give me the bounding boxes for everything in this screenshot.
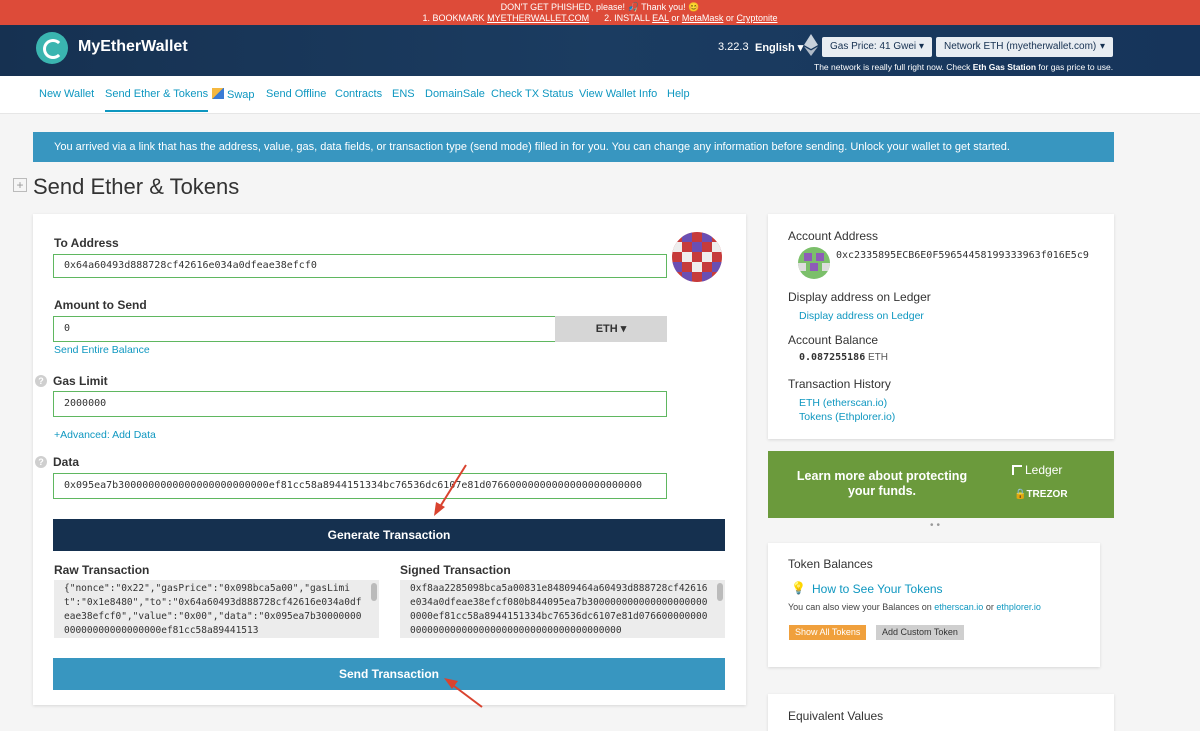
nav-ens[interactable]: ENS bbox=[392, 88, 415, 100]
raw-transaction-label: Raw Transaction bbox=[54, 563, 150, 577]
expand-icon[interactable]: + bbox=[13, 178, 27, 192]
lightbulb-icon: 💡 bbox=[791, 581, 806, 595]
eal-link[interactable]: EAL bbox=[652, 13, 669, 23]
gas-limit-label: Gas Limit bbox=[53, 374, 108, 388]
gas-limit-input[interactable]: 2000000 bbox=[53, 391, 667, 417]
bookmark-link[interactable]: MYETHERWALLET.COM bbox=[487, 13, 589, 23]
hardware-wallet-promo[interactable]: Learn more about protecting your funds. … bbox=[768, 451, 1114, 518]
app-name[interactable]: MyEtherWallet bbox=[78, 38, 188, 56]
add-custom-token-button[interactable]: Add Custom Token bbox=[876, 625, 964, 640]
carousel-dots[interactable]: •• bbox=[930, 520, 943, 531]
data-input[interactable]: 0x095ea7b3000000000000000000000000ef81cc… bbox=[53, 473, 667, 499]
metamask-link[interactable]: MetaMask bbox=[682, 13, 724, 23]
page-title: Send Ether & Tokens bbox=[33, 174, 240, 199]
fishing-icon: 🎣 bbox=[627, 2, 639, 12]
network-dropdown[interactable]: Network ETH (myetherwallet.com) ▾ bbox=[936, 37, 1113, 57]
currency-dropdown[interactable]: ETH ▾ bbox=[555, 316, 667, 342]
banner-line-2: 1. BOOKMARK MYETHERWALLET.COM 2. INSTALL… bbox=[422, 13, 778, 23]
nav-check-tx-status[interactable]: Check TX Status bbox=[491, 88, 573, 100]
raw-transaction-textarea[interactable]: {"nonce":"0x22","gasPrice":"0x098bca5a00… bbox=[54, 580, 379, 638]
ethereum-icon bbox=[804, 34, 818, 56]
cryptonite-link[interactable]: Cryptonite bbox=[736, 13, 777, 23]
trezor-logo: 🔒TREZOR bbox=[1014, 489, 1068, 500]
data-label: Data bbox=[53, 455, 80, 469]
history-tokens-link[interactable]: Tokens (Ethplorer.io) bbox=[799, 411, 895, 423]
ledger-logo: Ledger bbox=[1012, 463, 1062, 477]
account-balance-label: Account Balance bbox=[788, 333, 879, 347]
phishing-warning-banner: DON'T GET PHISHED, please! 🎣 Thank you! … bbox=[0, 0, 1200, 25]
ethplorer-link[interactable]: ethplorer.io bbox=[996, 602, 1041, 612]
amount-label: Amount to Send bbox=[54, 298, 147, 312]
equivalent-values-title: Equivalent Values bbox=[788, 709, 884, 723]
to-address-input[interactable]: 0x64a60493d888728cf42616e034a0dfeae38efc… bbox=[53, 254, 667, 278]
annotation-arrow-icon bbox=[434, 464, 467, 516]
how-to-see-tokens-link[interactable]: How to See Your Tokens bbox=[812, 582, 943, 596]
history-eth-link[interactable]: ETH (etherscan.io) bbox=[799, 397, 887, 409]
ledger-display-label: Display address on Ledger bbox=[788, 290, 931, 304]
help-icon[interactable]: ? bbox=[35, 375, 47, 387]
info-alert: You arrived via a link that has the addr… bbox=[33, 132, 1114, 162]
to-address-label: To Address bbox=[54, 236, 119, 250]
account-address-label: Account Address bbox=[788, 229, 879, 243]
scrollbar[interactable] bbox=[371, 583, 377, 601]
display-on-ledger-link[interactable]: Display address on Ledger bbox=[799, 310, 924, 322]
etherscan-link[interactable]: etherscan.io bbox=[934, 602, 983, 612]
app-header: MyEtherWallet 3.22.3 English ▾ Gas Price… bbox=[0, 25, 1200, 76]
send-entire-balance-link[interactable]: Send Entire Balance bbox=[54, 344, 150, 356]
promo-text: Learn more about protecting your funds. bbox=[796, 469, 968, 498]
logo-icon[interactable] bbox=[36, 32, 68, 64]
lock-icon: 🔒 bbox=[1014, 489, 1027, 500]
gas-price-dropdown[interactable]: Gas Price: 41 Gwei ▾ bbox=[822, 37, 932, 57]
eth-gas-station-link[interactable]: Eth Gas Station bbox=[973, 62, 1036, 72]
nav-swap[interactable]: Swap bbox=[212, 88, 255, 101]
token-balances-title: Token Balances bbox=[788, 557, 873, 571]
main-nav: New Wallet Send Ether & Tokens Swap Send… bbox=[0, 76, 1200, 114]
nav-send-offline[interactable]: Send Offline bbox=[266, 88, 326, 100]
nav-help[interactable]: Help bbox=[667, 88, 690, 100]
account-address-value: 0xc2335895ECB6E0F59654458199333963f016E5… bbox=[836, 250, 1089, 261]
scrollbar[interactable] bbox=[717, 583, 723, 601]
banner-line-1: DON'T GET PHISHED, please! 🎣 Thank you! … bbox=[500, 2, 700, 12]
language-select[interactable]: English ▾ bbox=[755, 41, 803, 54]
nav-domainsale[interactable]: DomainSale bbox=[425, 88, 485, 100]
show-all-tokens-button[interactable]: Show All Tokens bbox=[789, 625, 867, 640]
view-balances-note: You can also view your Balances on ether… bbox=[788, 602, 1041, 612]
send-transaction-button[interactable]: Send Transaction bbox=[53, 658, 725, 690]
network-note: The network is really full right now. Ch… bbox=[814, 62, 1114, 72]
smile-icon: 😊 bbox=[688, 2, 700, 12]
help-icon[interactable]: ? bbox=[35, 456, 47, 468]
account-identicon bbox=[798, 247, 830, 279]
nav-send-ether-tokens[interactable]: Send Ether & Tokens bbox=[105, 88, 209, 112]
nav-new-wallet[interactable]: New Wallet bbox=[39, 88, 94, 100]
transaction-history-label: Transaction History bbox=[788, 377, 891, 391]
signed-transaction-textarea[interactable]: 0xf8aa2285098bca5a00831e84809464a60493d8… bbox=[400, 580, 725, 638]
ledger-icon bbox=[1012, 465, 1022, 475]
generate-transaction-button[interactable]: Generate Transaction bbox=[53, 519, 725, 551]
address-identicon bbox=[672, 232, 722, 282]
swap-icon bbox=[212, 88, 224, 99]
signed-transaction-label: Signed Transaction bbox=[400, 563, 511, 577]
nav-view-wallet-info[interactable]: View Wallet Info bbox=[579, 88, 657, 100]
amount-input[interactable]: 0 bbox=[53, 316, 556, 342]
advanced-add-data-link[interactable]: +Advanced: Add Data bbox=[54, 429, 156, 441]
nav-contracts[interactable]: Contracts bbox=[335, 88, 382, 100]
annotation-arrow-icon bbox=[444, 678, 483, 708]
version-label: 3.22.3 bbox=[718, 41, 749, 53]
account-balance: 0.087255186 ETH bbox=[799, 352, 889, 363]
